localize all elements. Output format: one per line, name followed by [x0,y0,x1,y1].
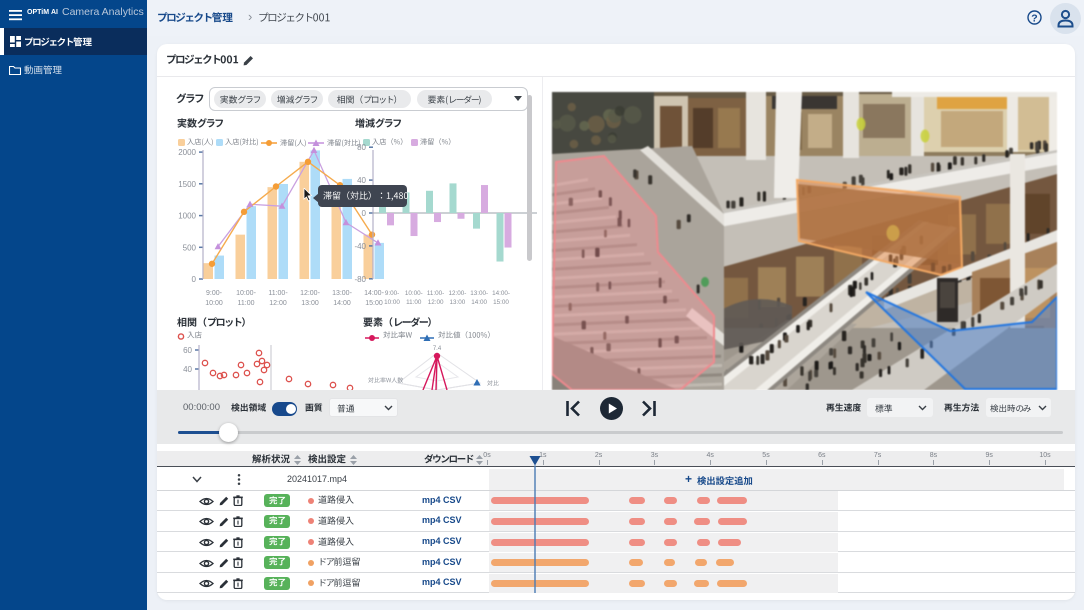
svg-text:2000: 2000 [178,148,196,157]
svg-text:7.4: 7.4 [433,346,442,352]
svg-text:?: ? [1031,13,1037,25]
svg-text:1000: 1000 [178,212,196,221]
svg-text:1500: 1500 [178,180,196,189]
svg-text:60: 60 [183,346,192,355]
svg-text:80: 80 [357,143,366,152]
svg-text:40: 40 [183,365,192,374]
svg-text:-40: -40 [354,242,366,251]
svg-text:500: 500 [183,243,197,252]
svg-text:-80: -80 [354,275,366,284]
svg-text:0: 0 [192,275,197,284]
svg-text:40: 40 [357,176,366,185]
